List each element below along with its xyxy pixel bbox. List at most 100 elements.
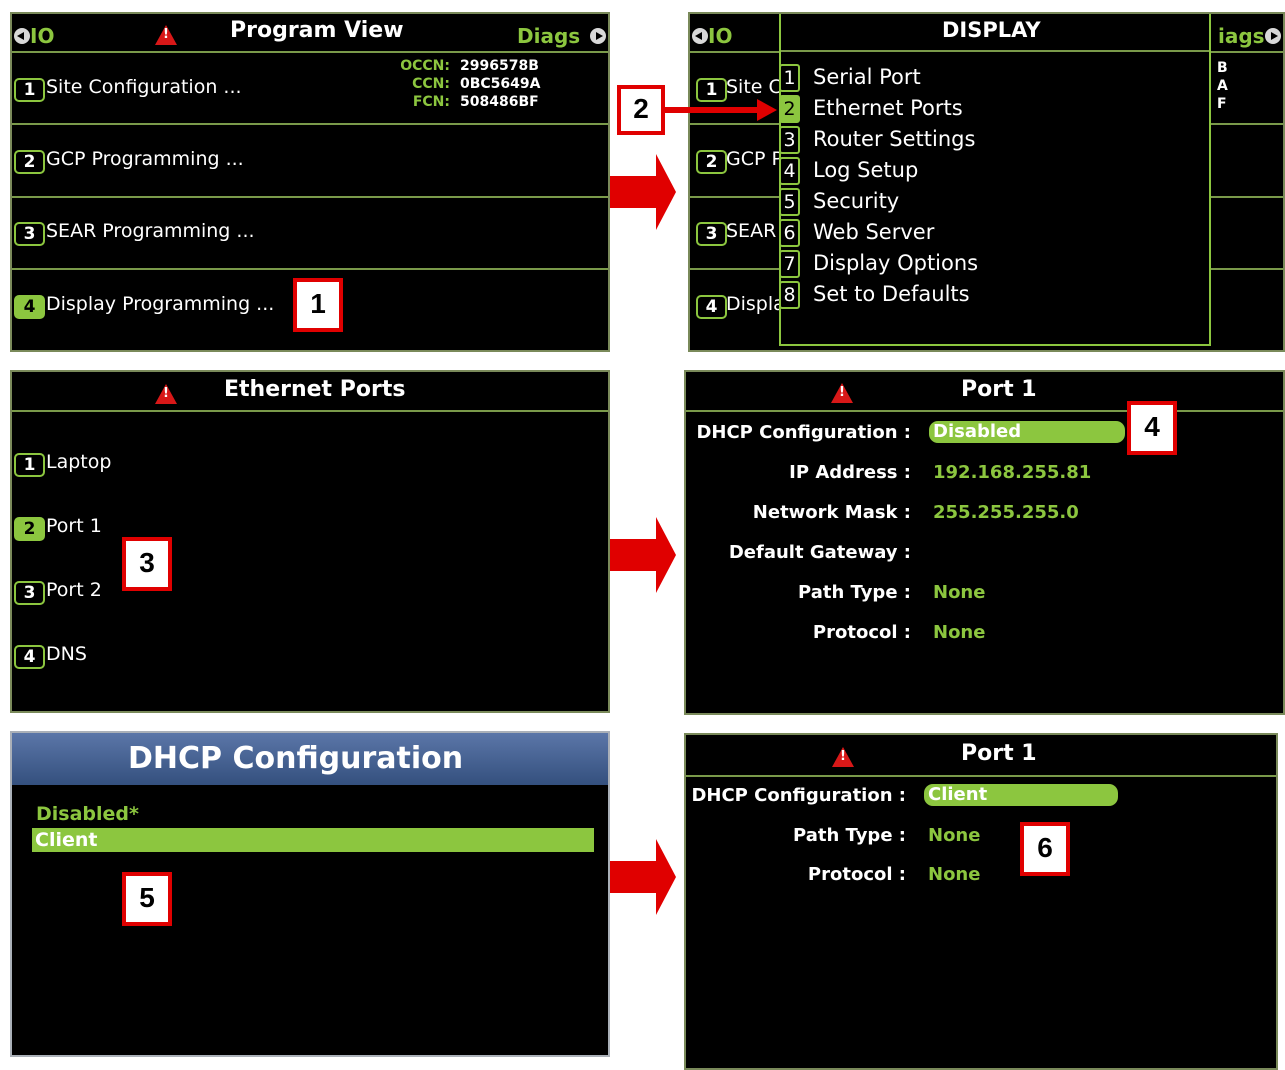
- item-number: 1: [779, 64, 800, 92]
- occn-label: OCCN:: [400, 58, 450, 74]
- item-number: 2: [14, 150, 45, 174]
- occn-value: 2996578B: [460, 58, 539, 74]
- callout-4: 4: [1127, 401, 1177, 455]
- dhcp-configuration-dialog: DHCP Configuration Disabled* Client: [10, 731, 610, 1057]
- dhcp-configuration-label: DHCP Configuration :: [696, 422, 911, 443]
- io-nav-label[interactable]: IO: [30, 24, 54, 48]
- diags-nav-label[interactable]: iags: [1218, 24, 1265, 48]
- display-popup-menu: DISPLAY 1 Serial Port 2 Ethernet Ports 3…: [779, 14, 1211, 346]
- io-nav-icon[interactable]: [14, 28, 30, 44]
- item-label: Log Setup: [813, 158, 919, 182]
- item-label: Laptop: [46, 451, 112, 473]
- flow-arrow-icon: [610, 154, 676, 230]
- item-number: 1: [14, 78, 45, 102]
- dialog-title: DHCP Configuration: [128, 741, 464, 776]
- divider: [12, 123, 608, 125]
- item-label: Site C: [726, 76, 782, 98]
- divider: [686, 410, 1283, 412]
- item-label: Port 2: [46, 579, 102, 601]
- item-number: 4: [696, 295, 727, 319]
- divider: [686, 775, 1276, 777]
- item-number: 2: [696, 150, 727, 174]
- item-label: Site Configuration ...: [46, 76, 242, 98]
- item-number: 8: [779, 281, 800, 309]
- item-label: Web Server: [813, 220, 935, 244]
- pointer-arrow-icon: [663, 99, 777, 121]
- port1-screen: Port 1 DHCP Configuration : Disabled IP …: [684, 370, 1285, 715]
- display-menu-screen: IO iags 1 Site C 2 GCP P 3 SEAR 4 Displa…: [688, 12, 1285, 352]
- diags-nav-icon[interactable]: [590, 28, 606, 44]
- port1-client-screen: Port 1 DHCP Configuration : Client Path …: [684, 733, 1278, 1070]
- item-number: 3: [14, 581, 45, 605]
- warning-icon: [155, 25, 177, 45]
- warning-icon: [155, 384, 177, 404]
- callout-2: 2: [617, 85, 665, 135]
- io-nav-icon[interactable]: [692, 28, 708, 44]
- ccn-label: CCN:: [412, 76, 450, 92]
- item-number: 3: [779, 126, 800, 154]
- path-type-label: Path Type :: [793, 825, 906, 846]
- item-label: Displa: [726, 293, 785, 315]
- protocol-label: Protocol :: [807, 864, 906, 885]
- page-title: Ethernet Ports: [224, 377, 406, 402]
- item-label: Port 1: [46, 515, 102, 537]
- code-fragment: B: [1217, 60, 1228, 76]
- diags-nav-icon[interactable]: [1265, 28, 1281, 44]
- item-label: GCP P: [726, 148, 783, 170]
- path-type-value[interactable]: None: [928, 825, 980, 846]
- flow-arrow-icon: [610, 517, 676, 593]
- io-nav-label[interactable]: IO: [708, 24, 732, 48]
- callout-3: 3: [122, 537, 172, 591]
- item-number: 2: [14, 517, 45, 541]
- ip-address-value[interactable]: 192.168.255.81: [933, 462, 1091, 483]
- item-number: 4: [779, 157, 800, 185]
- divider: [12, 196, 608, 198]
- option-disabled[interactable]: Disabled*: [36, 803, 139, 825]
- ip-address-label: IP Address :: [789, 462, 911, 483]
- item-label: Set to Defaults: [813, 282, 970, 306]
- item-label: Serial Port: [813, 65, 921, 89]
- item-label: Ethernet Ports: [813, 96, 963, 120]
- item-number: 4: [14, 645, 45, 669]
- popup-title: DISPLAY: [942, 18, 1041, 42]
- callout-5: 5: [122, 872, 172, 926]
- item-label: GCP Programming ...: [46, 148, 244, 170]
- dhcp-configuration-field[interactable]: Client: [924, 784, 1118, 806]
- ethernet-ports-screen: Ethernet Ports 1 Laptop 2 Port 1 3 Port …: [10, 370, 610, 713]
- code-fragment: F: [1217, 96, 1227, 112]
- item-label: Display Options: [813, 251, 979, 275]
- fcn-value: 508486BF: [460, 94, 539, 110]
- dhcp-configuration-label: DHCP Configuration :: [691, 785, 906, 806]
- default-gateway-label: Default Gateway :: [728, 542, 911, 563]
- callout-6: 6: [1020, 822, 1070, 876]
- page-title: Port 1: [961, 741, 1037, 766]
- callout-1: 1: [293, 278, 343, 332]
- diags-nav-label[interactable]: Diags: [517, 24, 580, 48]
- item-label: DNS: [46, 643, 87, 665]
- divider: [12, 410, 608, 412]
- item-number: 2: [779, 95, 800, 123]
- page-title: Program View: [230, 18, 404, 43]
- item-label: SEAR Programming ...: [46, 220, 255, 242]
- ccn-value: 0BC5649A: [460, 76, 541, 92]
- item-label: Router Settings: [813, 127, 976, 151]
- divider: [12, 268, 608, 270]
- code-fragment: A: [1217, 78, 1228, 94]
- item-number: 4: [14, 295, 45, 319]
- warning-icon: [832, 747, 854, 767]
- dhcp-configuration-field[interactable]: Disabled: [929, 421, 1125, 443]
- item-number: 1: [14, 453, 45, 477]
- warning-icon: [831, 383, 853, 403]
- item-number: 6: [779, 219, 800, 247]
- network-mask-label: Network Mask :: [752, 502, 911, 523]
- network-mask-value[interactable]: 255.255.255.0: [933, 502, 1079, 523]
- path-type-value[interactable]: None: [933, 582, 985, 603]
- item-number: 5: [779, 188, 800, 216]
- item-number: 3: [14, 222, 45, 246]
- item-number: 3: [696, 222, 727, 246]
- protocol-value[interactable]: None: [933, 622, 985, 643]
- divider: [12, 51, 608, 53]
- protocol-value[interactable]: None: [928, 864, 980, 885]
- item-label: SEAR: [726, 220, 777, 242]
- option-client[interactable]: Client: [32, 828, 594, 852]
